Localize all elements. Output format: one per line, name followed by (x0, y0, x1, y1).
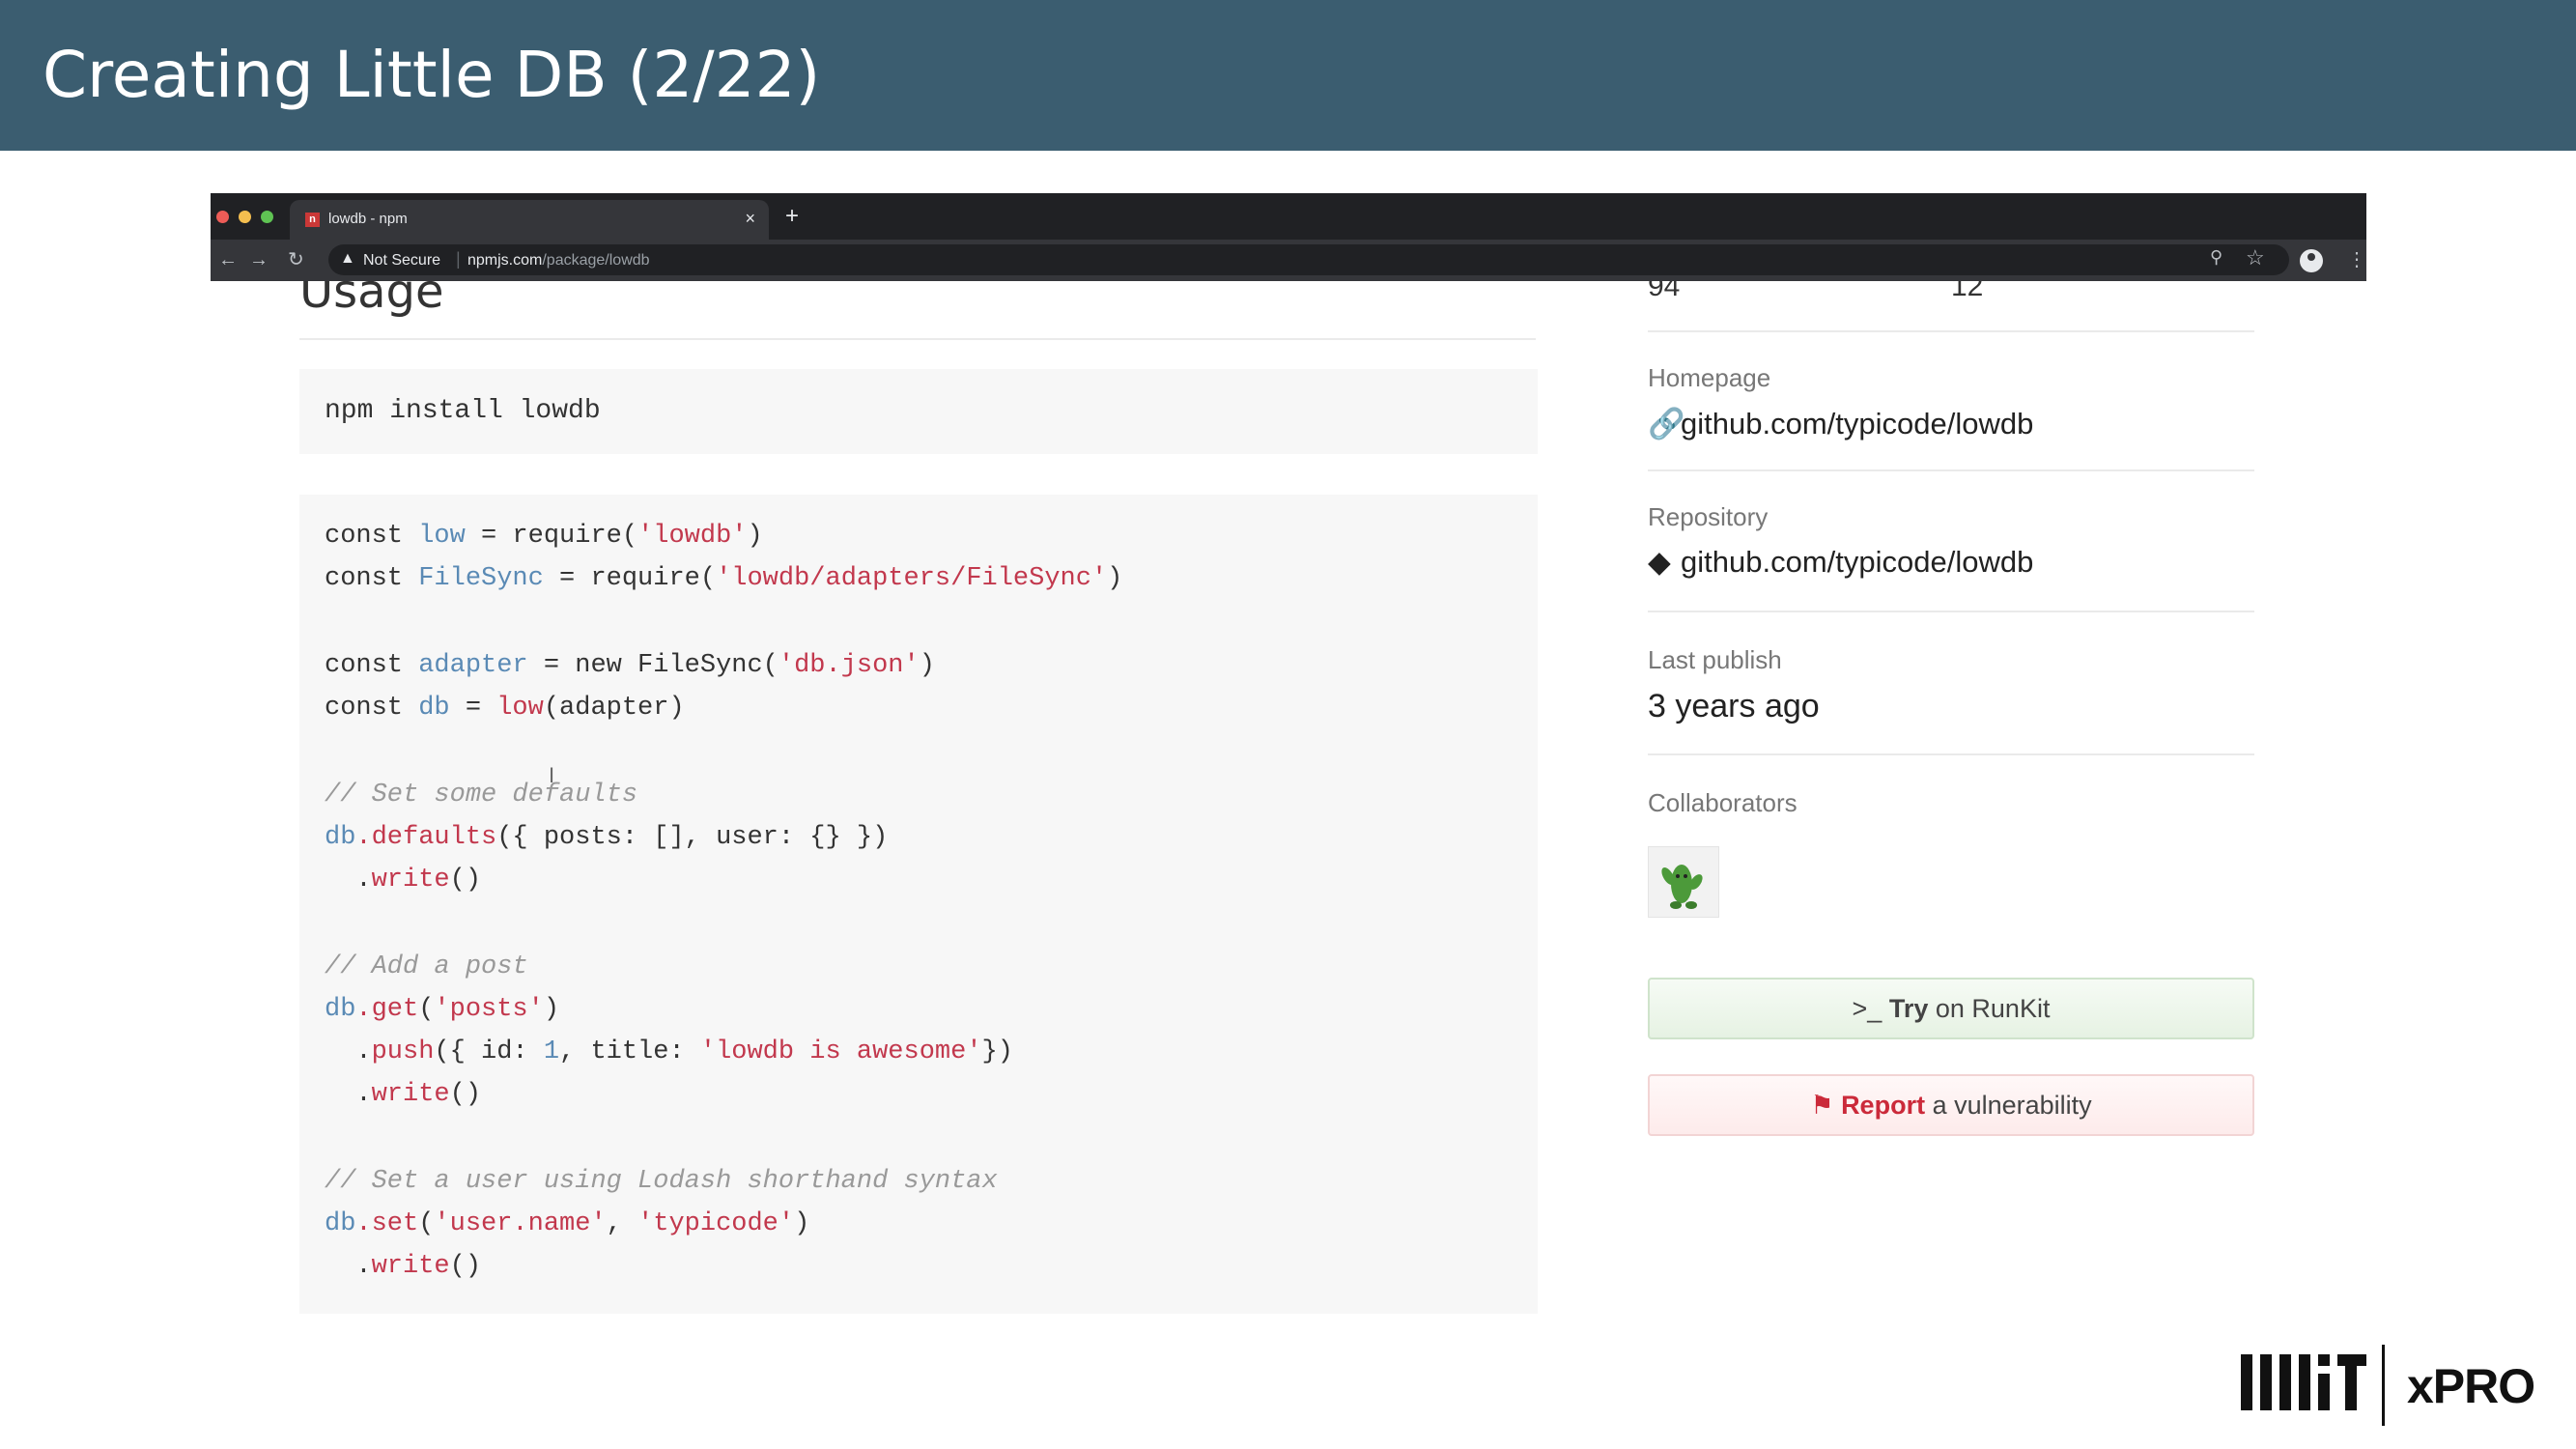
code-line: db.defaults({ posts: [], user: {} }) (325, 823, 889, 852)
terminal-icon: >_ (1852, 994, 1882, 1023)
runkit-strong-label: Try (1888, 994, 1929, 1023)
menu-icon[interactable]: ⋮ (2347, 247, 2366, 271)
xpro-wordmark: xPRO (2407, 1359, 2535, 1413)
divider (1648, 611, 2254, 612)
browser-tab[interactable]: n lowdb - npm × (290, 200, 769, 240)
minimize-window-button[interactable] (239, 211, 251, 223)
divider (1648, 330, 2254, 332)
code-comment: // Set a user using Lodash shorthand syn… (325, 1167, 998, 1196)
back-icon[interactable]: ← (218, 247, 238, 272)
url-path: /package/lowdb (542, 252, 650, 269)
reload-icon[interactable]: ↻ (288, 247, 304, 272)
url-separator: | (456, 249, 461, 269)
vuln-label: a vulnerability (1925, 1091, 2092, 1120)
code-block: const low = require('lowdb') const FileS… (299, 495, 1538, 1314)
security-label[interactable]: Not Secure (363, 252, 440, 270)
slide-title: Creating Little DB (2/22) (42, 38, 821, 112)
npm-favicon-icon: n (305, 213, 320, 227)
url-host: npmjs.com (467, 252, 543, 269)
code-comment: // Set some defaults (325, 781, 638, 810)
tab-title: lowdb - npm (328, 211, 408, 227)
profile-icon[interactable] (2300, 249, 2323, 272)
repository-link[interactable]: ◆ github.com/typicode/lowdb (1648, 545, 2033, 580)
install-command: npm install lowdb (325, 396, 601, 426)
maximize-window-button[interactable] (261, 211, 273, 223)
warning-icon[interactable]: ▲ (340, 250, 355, 268)
divider (1648, 753, 2254, 755)
code-line: const adapter = new FileSync('db.json') (325, 651, 935, 680)
code-line: const db = low(adapter) (325, 694, 685, 723)
tab-close-icon[interactable]: × (745, 209, 755, 229)
last-publish-label: Last publish (1648, 645, 1782, 674)
git-icon: ◆ (1648, 545, 1671, 579)
forward-icon[interactable]: → (249, 247, 269, 272)
browser-chrome: n lowdb - npm × + ← → ↻ ▲ Not Secure | n… (211, 193, 2366, 281)
collaborator-avatar[interactable] (1648, 846, 1719, 918)
close-window-button[interactable] (216, 211, 229, 223)
url-text[interactable]: npmjs.com/package/lowdb (467, 252, 650, 270)
homepage-label: Homepage (1648, 363, 1771, 392)
flag-icon: ⚑ (1810, 1091, 1834, 1120)
divider (1648, 469, 2254, 471)
address-bar[interactable]: ▲ Not Secure | npmjs.com/package/lowdb (328, 244, 2289, 275)
text-cursor-icon: I (549, 763, 555, 787)
navigation-bar: ← → ↻ ▲ Not Secure | npmjs.com/package/l… (211, 240, 2366, 281)
tab-bar: n lowdb - npm × + (211, 193, 2366, 240)
code-line: const FileSync = require('lowdb/adapters… (325, 564, 1123, 593)
runkit-label: on RunKit (1928, 994, 2051, 1023)
code-line: .push({ id: 1, title: 'lowdb is awesome'… (325, 1037, 1013, 1066)
vuln-strong-label: Report (1841, 1091, 1926, 1120)
zoom-icon[interactable]: ⚲ (2210, 247, 2222, 268)
browser-window: n lowdb - npm × + ← → ↻ ▲ Not Secure | n… (211, 193, 2366, 1352)
logo-divider (2382, 1345, 2385, 1426)
divider (299, 338, 1536, 340)
new-tab-icon[interactable]: + (785, 203, 799, 230)
cactus-icon (1661, 865, 1703, 909)
code-line: .write() (325, 1252, 482, 1281)
link-icon: 🔗 (1648, 407, 1685, 440)
report-vulnerability-button[interactable]: ⚑ Report a vulnerability (1648, 1074, 2254, 1136)
slide-header: Creating Little DB (2/22) (0, 0, 2576, 151)
code-line: .write() (325, 866, 482, 895)
last-publish-value: 3 years ago (1648, 688, 1820, 724)
code-line: db.get('posts') (325, 995, 560, 1024)
install-command-box: npm install lowdb (299, 369, 1538, 454)
star-icon[interactable]: ☆ (2246, 245, 2265, 270)
homepage-link[interactable]: 🔗github.com/typicode/lowdb (1648, 406, 2033, 441)
code-line: db.set('user.name', 'typicode') (325, 1209, 810, 1238)
code-line: .write() (325, 1080, 482, 1109)
try-runkit-button[interactable]: >_ Try on RunKit (1648, 978, 2254, 1039)
code-comment: // Add a post (325, 952, 528, 981)
mit-xpro-logo: xPRO (2241, 1341, 2550, 1426)
repository-label: Repository (1648, 502, 1769, 531)
code-line: const low = require('lowdb') (325, 522, 763, 551)
collaborators-label: Collaborators (1648, 788, 1798, 817)
